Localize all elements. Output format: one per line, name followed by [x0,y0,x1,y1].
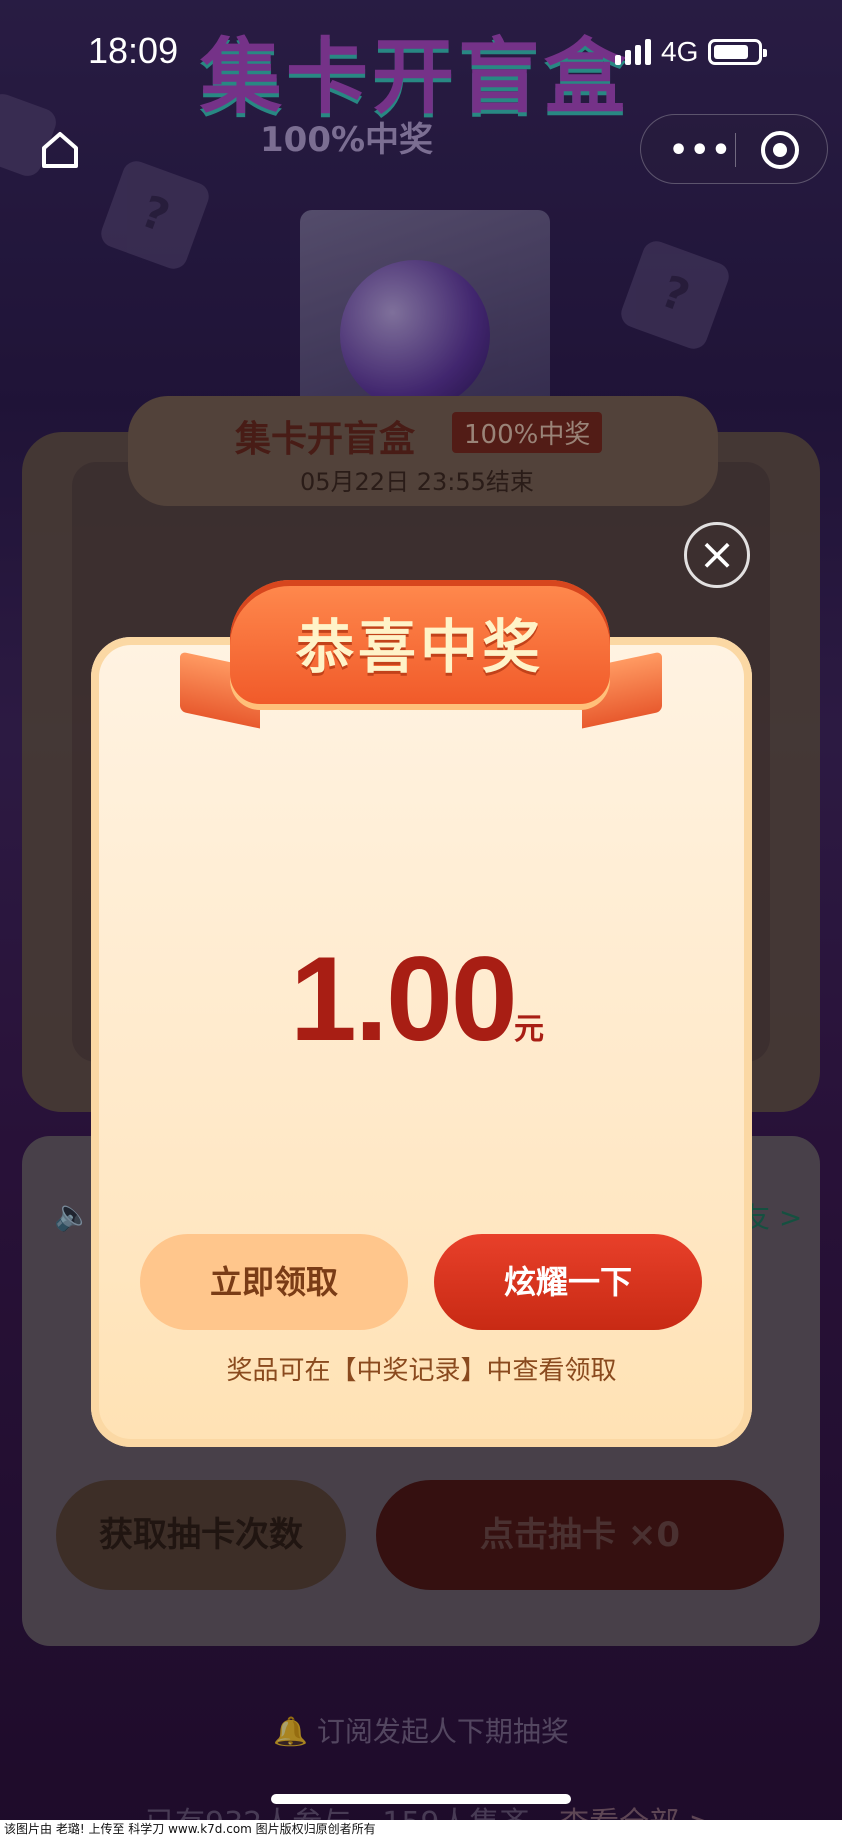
show-off-button[interactable]: 炫耀一下 [434,1234,702,1330]
claim-now-button[interactable]: 立即领取 [140,1234,408,1330]
status-indicators: 4G [615,36,768,68]
home-icon[interactable] [38,128,82,172]
home-indicator [271,1794,571,1804]
signal-icon [615,39,651,65]
close-icon[interactable]: × [684,522,750,588]
mini-program-capsule: ••• [640,114,828,184]
claim-hint: 奖品可在【中奖记录】中查看领取 [226,1356,617,1386]
prize-amount: 1.00 [290,932,518,1066]
status-time: 18:09 [88,30,179,71]
network-type: 4G [661,36,699,67]
watermark-text: 该图片由 老璐! 上传至 科学刀 www.k7d.com 图片版权归原创者所有 [0,1820,842,1839]
battery-icon [708,39,768,65]
more-icon[interactable]: ••• [669,133,733,168]
exit-target-icon[interactable] [761,131,799,169]
congrats-title: 恭喜中奖 [295,613,544,681]
prize-unit: 元 [514,1012,544,1047]
